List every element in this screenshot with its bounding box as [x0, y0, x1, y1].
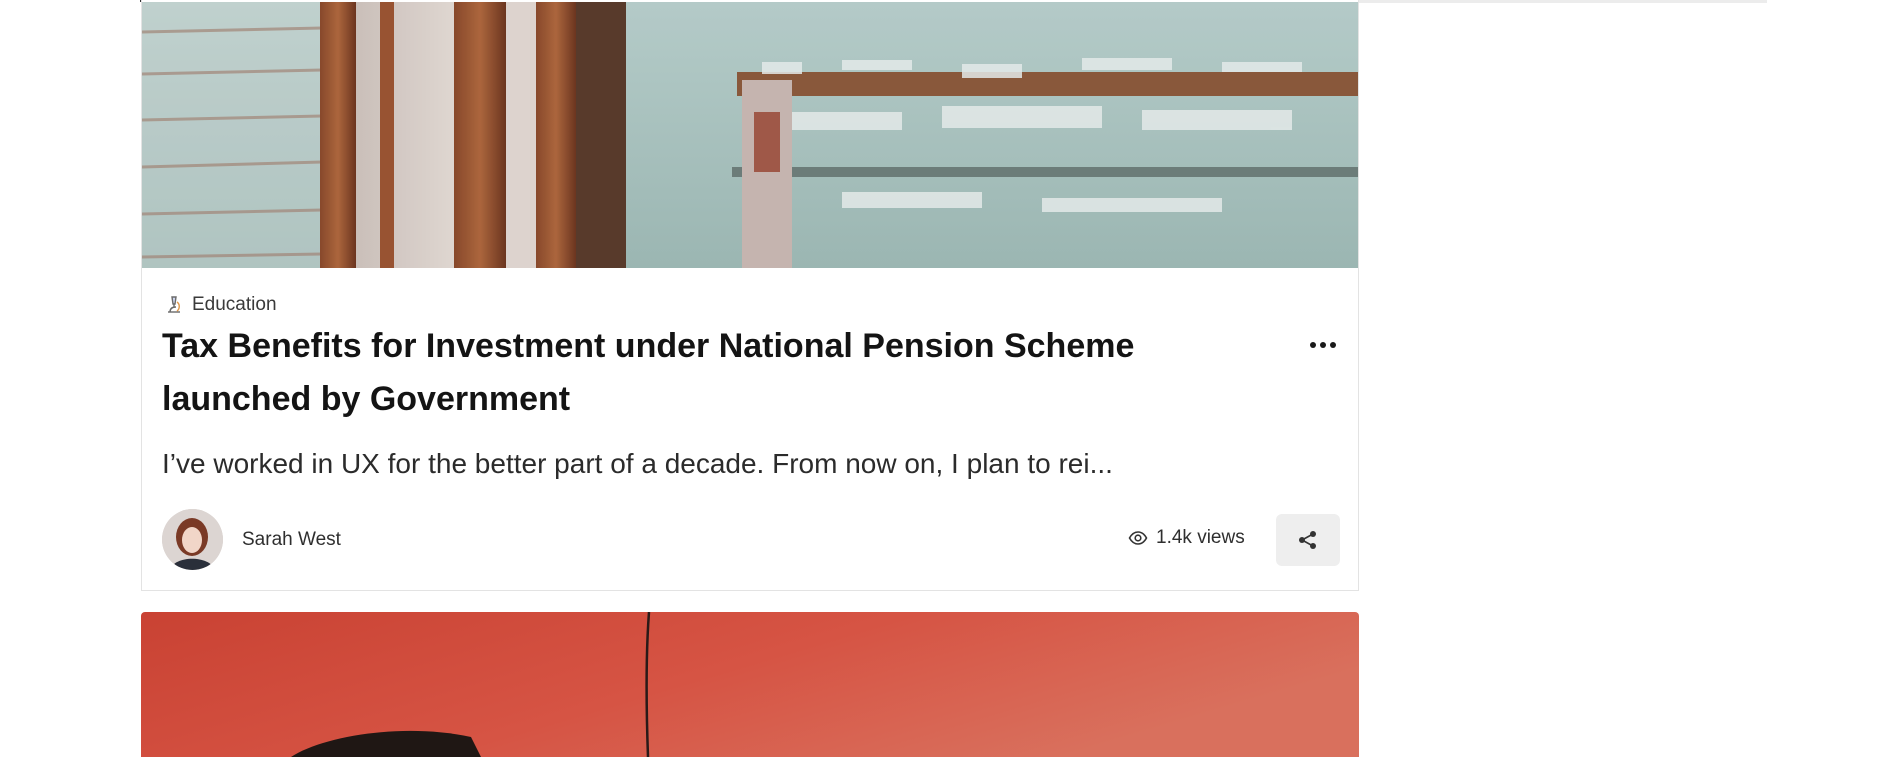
author-avatar[interactable]	[162, 509, 223, 570]
share-icon	[1299, 531, 1316, 549]
view-count-label: 1.4k views	[1156, 527, 1245, 548]
post-category-label: Education	[192, 294, 277, 315]
next-post-cover-image[interactable]	[141, 612, 1359, 757]
sidebar-top-divider	[1357, 0, 1767, 3]
post-category[interactable]: Education	[164, 294, 277, 316]
microscope-icon	[164, 295, 184, 315]
article-list-page: Education Tax Benefits for Investment un…	[0, 0, 1893, 757]
view-count: 1.4k views	[1128, 527, 1245, 549]
post-title[interactable]: Tax Benefits for Investment under Nation…	[162, 320, 1282, 426]
more-horizontal-icon	[1310, 342, 1316, 348]
more-options-button[interactable]	[1302, 330, 1344, 360]
post-excerpt: I’ve worked in UX for the better part of…	[162, 448, 1113, 479]
post-cover-image[interactable]	[142, 2, 1358, 268]
author-name[interactable]: Sarah West	[242, 529, 341, 551]
eye-icon	[1128, 531, 1148, 545]
post-card[interactable]: Education Tax Benefits for Investment un…	[141, 0, 1359, 591]
share-button[interactable]	[1276, 514, 1340, 566]
